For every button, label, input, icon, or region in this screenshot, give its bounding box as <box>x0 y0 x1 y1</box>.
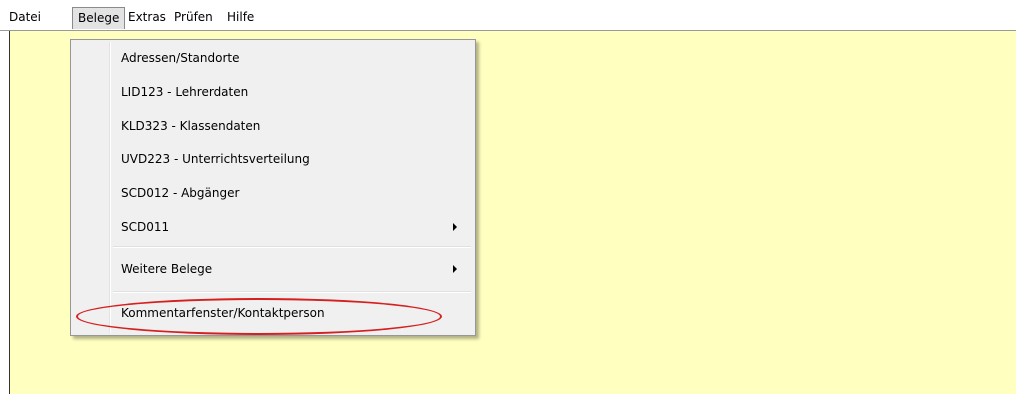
menu-item-label: KLD323 - Klassendaten <box>121 119 261 133</box>
menu-item-scd011[interactable]: SCD011 <box>73 213 473 241</box>
menu-hilfe[interactable]: Hilfe <box>222 8 259 27</box>
menu-item-label: Weitere Belege <box>121 262 213 276</box>
menu-item-label: SCD012 - Abgänger <box>121 186 240 200</box>
menu-item-label: Adressen/Standorte <box>121 51 240 65</box>
menu-item-weitere-belege[interactable]: Weitere Belege <box>73 255 473 283</box>
menu-item-uvd223[interactable]: UVD223 - Unterrichtsverteilung <box>73 145 473 173</box>
menu-datei[interactable]: Datei <box>4 8 46 27</box>
menu-item-label: Kommentarfenster/Kontaktperson <box>121 306 325 320</box>
menu-item-lid123[interactable]: LID123 - Lehrerdaten <box>73 78 473 106</box>
menu-item-label: UVD223 - Unterrichtsverteilung <box>121 152 310 166</box>
menu-item-adressen-standorte[interactable]: Adressen/Standorte <box>73 44 473 72</box>
menu-item-label: SCD011 <box>121 220 170 234</box>
menu-item-label: LID123 - Lehrerdaten <box>121 85 249 99</box>
menu-bar: Datei Belege Extras Prüfen Hilfe <box>0 0 1016 31</box>
belege-dropdown-menu: Adressen/Standorte LID123 - Lehrerdaten … <box>70 39 476 336</box>
menu-item-kommentarfenster-kontaktperson[interactable]: Kommentarfenster/Kontaktperson <box>73 299 473 327</box>
menu-item-kld323[interactable]: KLD323 - Klassendaten <box>73 112 473 140</box>
menu-separator <box>113 291 471 293</box>
menu-pruefen[interactable]: Prüfen <box>169 8 218 27</box>
menu-item-scd012[interactable]: SCD012 - Abgänger <box>73 179 473 207</box>
submenu-arrow-icon <box>453 265 457 273</box>
menu-extras[interactable]: Extras <box>123 8 171 27</box>
menu-separator <box>113 246 471 248</box>
menu-belege[interactable]: Belege <box>72 7 126 29</box>
submenu-arrow-icon <box>453 223 457 231</box>
